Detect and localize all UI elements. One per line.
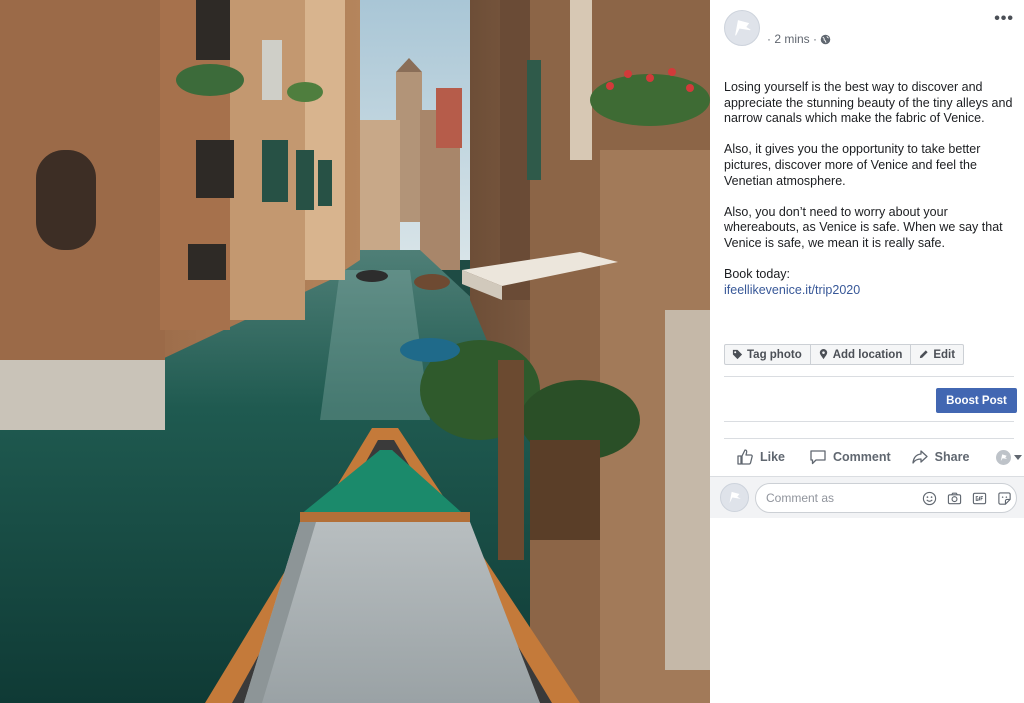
sticker-button[interactable] <box>996 490 1012 506</box>
edit-label: Edit <box>933 348 956 361</box>
reaction-bar: Like Comment Share <box>724 444 1023 470</box>
page-avatar[interactable] <box>724 10 760 46</box>
commenter-avatar[interactable] <box>720 483 749 512</box>
tag-photo-label: Tag photo <box>747 348 802 361</box>
comment-label: Comment <box>833 450 891 464</box>
venice-canal-image <box>0 0 710 703</box>
post-paragraph: Also, you don’t need to worry about your… <box>724 204 1003 250</box>
share-arrow-icon <box>912 450 928 464</box>
post-text: Losing yourself is the best way to disco… <box>724 80 1016 298</box>
photo-attach-button[interactable] <box>946 490 962 506</box>
comment-button[interactable]: Comment <box>809 448 891 466</box>
tag-photo-button[interactable]: Tag photo <box>725 345 811 364</box>
boost-post-button[interactable]: Boost Post <box>936 388 1017 413</box>
post-paragraph: Also, it gives you the opportunity to ta… <box>724 142 981 188</box>
gif-button[interactable] <box>971 490 987 506</box>
chevron-down-icon <box>1014 454 1023 460</box>
photo-actions: Tag photo Add location Edit <box>724 344 965 365</box>
sticker-icon <box>997 491 1011 505</box>
tag-icon <box>732 349 743 360</box>
share-button[interactable]: Share <box>911 448 970 466</box>
divider <box>724 376 1014 377</box>
divider <box>724 438 1014 439</box>
gif-icon <box>972 492 986 504</box>
flag-icon <box>729 491 741 504</box>
edit-button[interactable]: Edit <box>911 345 963 364</box>
comment-tools <box>921 490 1012 506</box>
camera-icon <box>947 492 961 504</box>
page-audience-icon <box>996 449 1012 465</box>
comment-composer <box>710 476 1024 518</box>
post-paragraph: Losing yourself is the best way to disco… <box>724 80 1013 126</box>
like-button[interactable]: Like <box>736 448 785 466</box>
thumbs-up-icon <box>737 449 753 465</box>
trip-link[interactable]: ifeellikevenice.it/trip2020 <box>724 283 860 297</box>
flag-icon <box>735 20 751 36</box>
smiley-icon <box>922 491 936 505</box>
post-photo[interactable] <box>0 0 710 703</box>
more-options-button[interactable]: ••• <box>994 11 1014 27</box>
emoji-button[interactable] <box>921 490 937 506</box>
divider <box>724 421 1014 422</box>
share-label: Share <box>934 450 970 464</box>
post-meta: · 2 mins · <box>767 32 831 46</box>
audience-selector[interactable] <box>996 449 1023 465</box>
add-location-label: Add location <box>832 348 903 361</box>
post-time[interactable]: · 2 mins · <box>767 32 817 46</box>
post-panel: · 2 mins · ••• Losing yourself is the be… <box>710 0 1024 703</box>
pencil-icon <box>920 350 928 359</box>
location-pin-icon <box>819 349 827 360</box>
add-location-button[interactable]: Add location <box>811 345 912 364</box>
speech-bubble-icon <box>810 450 826 465</box>
globe-icon[interactable] <box>820 34 831 45</box>
like-label: Like <box>760 450 786 464</box>
book-today-label: Book today: <box>724 267 791 282</box>
